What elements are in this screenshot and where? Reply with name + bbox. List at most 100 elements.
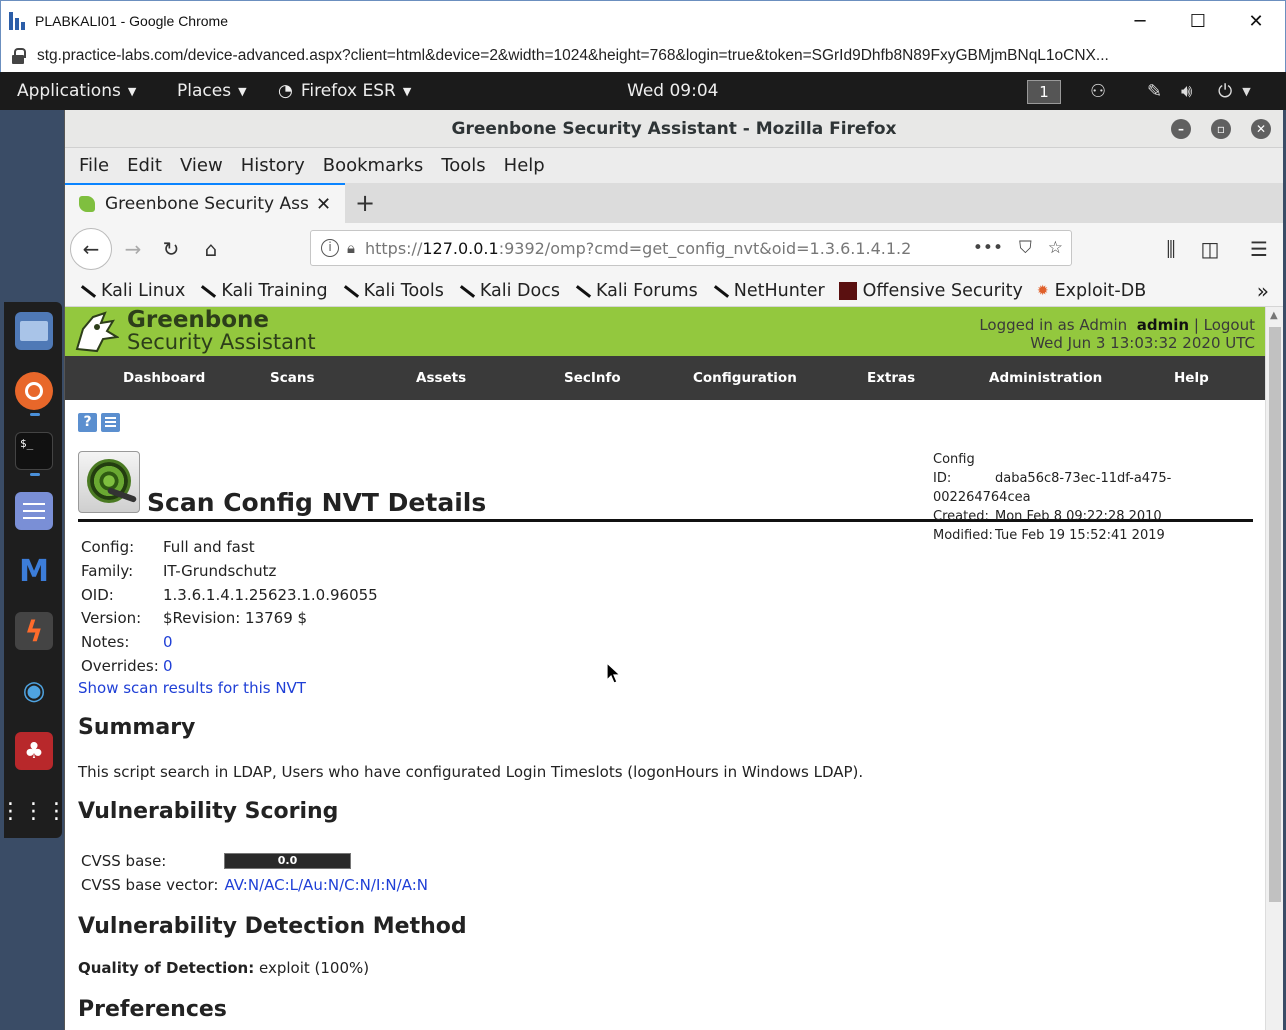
library-icon[interactable]: ⫼ bbox=[1153, 231, 1189, 267]
cvss-block: CVSS base: 0.0 CVSS base vector: AV:N/AC:L… bbox=[81, 849, 428, 897]
bookmarks-toolbar: Kali Linux Kali Training Kali Tools Kali… bbox=[65, 275, 1283, 307]
show-apps-icon[interactable]: ⋮⋮⋮ bbox=[0, 792, 68, 830]
kali-dragon-icon bbox=[342, 284, 358, 298]
info-icon[interactable]: i bbox=[321, 239, 339, 257]
menu-tools[interactable]: Tools bbox=[441, 155, 485, 176]
config-metadata: Config ID: daba56c8-73ec-11df-a475-002264… bbox=[933, 450, 1265, 545]
oid-value: 1.3.6.1.4.1.25623.1.0.96055 bbox=[163, 585, 378, 604]
url-bar[interactable]: i 🔒︎ https://127.0.0.1:9392/omp?cmd=get_… bbox=[310, 230, 1072, 266]
list-icon[interactable] bbox=[101, 413, 120, 432]
kali-dragon-icon bbox=[712, 284, 728, 298]
offsec-icon bbox=[838, 281, 857, 300]
close-button[interactable]: ✕ bbox=[1227, 1, 1285, 41]
minimize-button[interactable]: ─ bbox=[1111, 1, 1169, 41]
forward-icon[interactable]: → bbox=[115, 231, 151, 267]
nav-secinfo[interactable]: SecInfo bbox=[564, 356, 621, 400]
page-content: Greenbone Security Assistant Logged in a… bbox=[65, 307, 1265, 1030]
nav-assets[interactable]: Assets bbox=[416, 356, 466, 400]
ff-minimize-icon[interactable]: – bbox=[1171, 119, 1191, 139]
username-link[interactable]: admin bbox=[1137, 316, 1189, 334]
nav-dashboard[interactable]: Dashboard bbox=[123, 356, 205, 400]
scrollbar-thumb[interactable] bbox=[1269, 327, 1281, 902]
menu-view[interactable]: View bbox=[180, 155, 223, 176]
bookmark-exploit-db[interactable]: ✹ Exploit-DB bbox=[1037, 281, 1146, 301]
power-icon[interactable]: ⏻ ▼ bbox=[1218, 72, 1251, 110]
reload-icon[interactable]: ↻ bbox=[153, 231, 189, 267]
hamburger-menu-icon[interactable]: ☰ bbox=[1241, 231, 1277, 267]
help-icon[interactable]: ? bbox=[78, 413, 97, 432]
logout-link[interactable]: Logout bbox=[1204, 316, 1255, 334]
volume-icon[interactable]: 🔊︎ bbox=[1181, 72, 1192, 110]
greenbone-logo-icon[interactable] bbox=[73, 309, 119, 355]
menu-edit[interactable]: Edit bbox=[127, 155, 162, 176]
nav-scans[interactable]: Scans bbox=[270, 356, 314, 400]
chrome-window-title: PLABKALI01 - Google Chrome bbox=[35, 12, 228, 29]
back-icon[interactable]: ← bbox=[70, 228, 112, 270]
bookmark-kali-training[interactable]: Kali Training bbox=[199, 281, 327, 301]
show-scan-results-link[interactable]: Show scan results for this NVT bbox=[78, 679, 306, 697]
bookmark-star-icon[interactable]: ☆ bbox=[1048, 238, 1063, 258]
bookmark-kali-tools[interactable]: Kali Tools bbox=[342, 281, 444, 301]
kali-dragon-icon bbox=[199, 284, 215, 298]
burpsuite-icon[interactable]: ϟ bbox=[15, 612, 53, 650]
notes-link[interactable]: 0 bbox=[163, 631, 173, 655]
scroll-up-icon[interactable]: ▲ bbox=[1270, 310, 1278, 321]
page-scrollbar[interactable]: ▲ bbox=[1265, 307, 1283, 1030]
cvss-vector-link[interactable]: AV:N/AC:L/Au:N/C:N/I:N/A:N bbox=[224, 873, 428, 897]
nav-administration[interactable]: Administration bbox=[989, 356, 1102, 400]
home-icon[interactable]: ⌂ bbox=[193, 231, 229, 267]
bookmark-kali-forums[interactable]: Kali Forums bbox=[574, 281, 698, 301]
new-tab-icon[interactable]: + bbox=[355, 189, 375, 217]
page-title: Scan Config NVT Details bbox=[147, 488, 487, 517]
bookmark-nethunter[interactable]: NetHunter bbox=[712, 281, 825, 301]
summary-text: This script search in LDAP, Users who ha… bbox=[78, 763, 864, 781]
page-actions-icon[interactable]: ••• bbox=[973, 238, 1003, 258]
scoring-heading: Vulnerability Scoring bbox=[78, 799, 339, 824]
sidebar-icon[interactable]: ◫ bbox=[1192, 231, 1228, 267]
ff-maximize-icon[interactable]: ▫ bbox=[1211, 119, 1231, 139]
overrides-link[interactable]: 0 bbox=[163, 655, 173, 679]
clock[interactable]: Wed 09:04 bbox=[627, 72, 718, 110]
files-icon[interactable] bbox=[15, 312, 53, 350]
chrome-url[interactable]: stg.practice-labs.com/device-advanced.as… bbox=[37, 47, 1109, 65]
tab-close-icon[interactable]: ✕ bbox=[316, 194, 331, 215]
metasploit-icon[interactable]: M bbox=[15, 552, 53, 590]
nav-extras[interactable]: Extras bbox=[867, 356, 915, 400]
kali-top-panel: Applications ▼ Places ▼ ◔ Firefox ESR ▼ Wed … bbox=[0, 72, 1286, 110]
quality-of-detection: Quality of Detection: exploit (100%) bbox=[78, 959, 369, 977]
menu-help[interactable]: Help bbox=[504, 155, 545, 176]
notes-label: Notes: bbox=[81, 633, 130, 652]
nav-help[interactable]: Help bbox=[1174, 356, 1209, 400]
modified-label: Modified: bbox=[933, 528, 993, 543]
pocket-icon[interactable]: ⛉ bbox=[1019, 238, 1032, 258]
menu-history[interactable]: History bbox=[241, 155, 305, 176]
menu-file[interactable]: File bbox=[79, 155, 109, 176]
bookmarks-overflow-icon[interactable]: » bbox=[1257, 279, 1269, 303]
ff-close-icon[interactable]: ✕ bbox=[1251, 119, 1271, 139]
tab-greenbone[interactable]: Greenbone Security Assistant ✕ bbox=[65, 183, 345, 223]
terminal-icon[interactable]: $_ bbox=[15, 432, 53, 470]
eye-icon[interactable]: ◉ bbox=[15, 672, 53, 710]
applications-menu[interactable]: Applications ▼ bbox=[17, 72, 136, 110]
family-label: Family: bbox=[81, 561, 134, 580]
dock: $_ M ϟ ◉ ♣ ⋮⋮⋮ bbox=[0, 302, 68, 838]
nav-configuration[interactable]: Configuration bbox=[693, 356, 797, 400]
bookmark-kali-linux[interactable]: Kali Linux bbox=[79, 281, 185, 301]
firefox-icon[interactable] bbox=[15, 372, 53, 410]
cherrytree-icon[interactable]: ♣ bbox=[15, 732, 53, 770]
maximize-button[interactable]: ☐ bbox=[1169, 1, 1227, 41]
firefox-menu[interactable]: ◔ Firefox ESR ▼ bbox=[278, 72, 411, 110]
bookmark-offensive-security[interactable]: Offensive Security bbox=[838, 281, 1023, 301]
places-menu[interactable]: Places ▼ bbox=[177, 72, 247, 110]
workspace-indicator[interactable]: 1 bbox=[1027, 80, 1061, 104]
menu-bookmarks[interactable]: Bookmarks bbox=[323, 155, 424, 176]
oid-label: OID: bbox=[81, 585, 114, 604]
text-editor-icon[interactable] bbox=[15, 492, 53, 530]
chrome-address-bar: stg.practice-labs.com/device-advanced.as… bbox=[0, 40, 1286, 72]
url-text[interactable]: https://127.0.0.1:9392/omp?cmd=get_confi… bbox=[365, 239, 910, 258]
insecure-lock-icon[interactable]: 🔒︎ bbox=[347, 239, 355, 257]
pen-icon[interactable]: ✎ bbox=[1147, 72, 1162, 110]
firefox-icon: ◔ bbox=[278, 81, 293, 101]
bookmark-kali-docs[interactable]: Kali Docs bbox=[458, 281, 560, 301]
video-icon[interactable]: ⚇ bbox=[1090, 72, 1106, 110]
